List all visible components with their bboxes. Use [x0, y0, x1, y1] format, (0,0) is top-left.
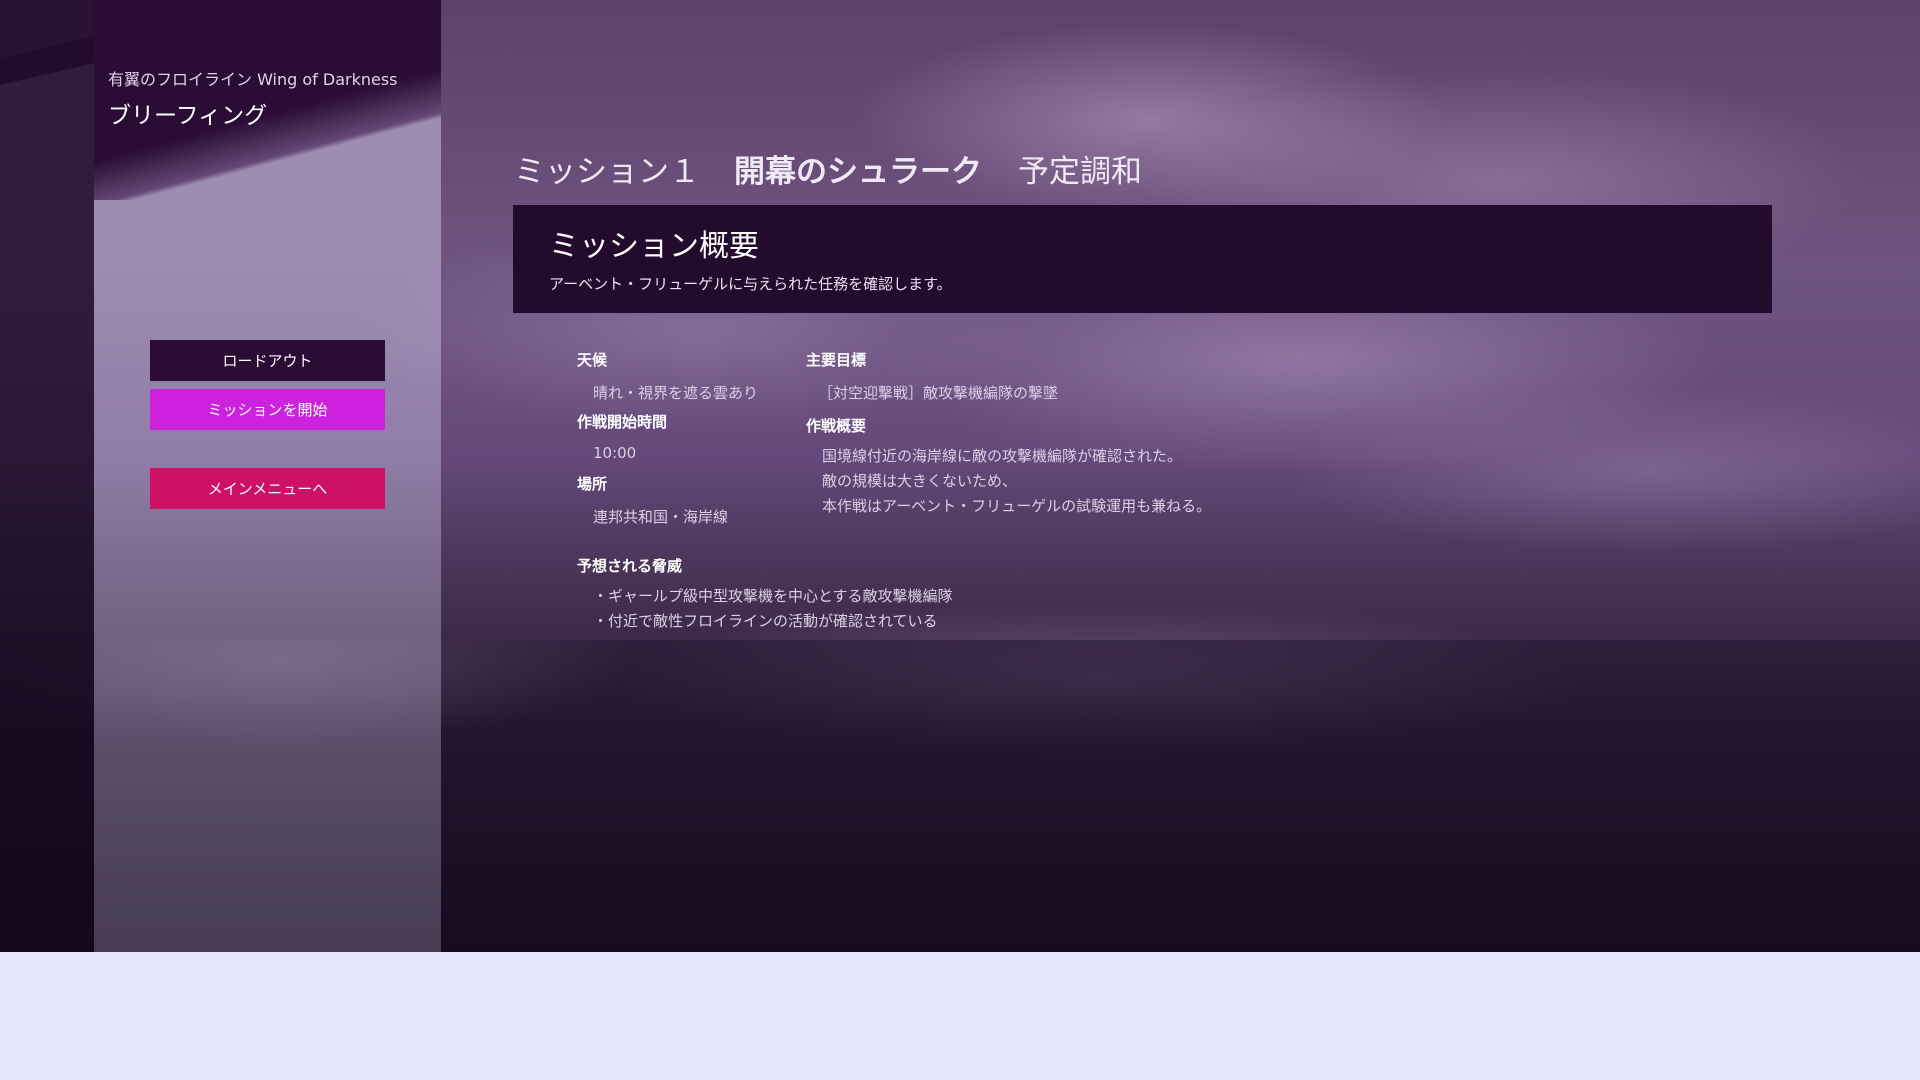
mission-subtitle: 予定調和 [1018, 154, 1142, 190]
threat-line: ・ギャールプ級中型攻撃機を中心とする敵攻撃機編隊 [593, 587, 953, 605]
threat-line: ・付近で敵性フロイラインの活動が確認されている [593, 612, 938, 630]
mission-heading: ミッション１ 開幕のシュラーク 予定調和 [514, 146, 1142, 191]
start-time-label: 作戦開始時間 [577, 413, 668, 431]
summary-description: アーベント・フリューゲルに与えられた任務を確認します。 [549, 275, 952, 293]
main-menu-button[interactable]: メインメニューへ [150, 468, 385, 509]
mission-name: 開幕のシュラーク [734, 154, 982, 190]
threats-label: 予想される脅威 [577, 557, 683, 575]
screen-title: ブリーフィング [108, 103, 268, 129]
mission-number: ミッション１ [514, 154, 700, 190]
game-subtitle: 有翼のフロイライン Wing of Darkness [108, 70, 398, 89]
left-edge-strip [0, 0, 94, 952]
start-time-value: 10:00 [593, 444, 637, 462]
start-mission-button[interactable]: ミッションを開始 [150, 389, 385, 430]
mission-summary-panel: ミッション概要 アーベント・フリューゲルに与えられた任務を確認します。 [513, 205, 1772, 313]
overview-line: 国境線付近の海岸線に敵の攻撃機編隊が確認された。 [822, 447, 1183, 465]
overview-text: 国境線付近の海岸線に敵の攻撃機編隊が確認された。 敵の規模は大きくないため、 本… [822, 444, 1211, 519]
threats-text: ・ギャールプ級中型攻撃機を中心とする敵攻撃機編隊 ・付近で敵性フロイラインの活動… [593, 584, 953, 634]
weather-label: 天候 [577, 351, 608, 369]
objective-label: 主要目標 [806, 351, 867, 369]
weather-value: 晴れ・視界を遮る雲あり [593, 384, 759, 402]
summary-title: ミッション概要 [549, 229, 759, 264]
overview-line: 本作戦はアーベント・フリューゲルの試験運用も兼ねる。 [822, 497, 1212, 515]
location-label: 場所 [577, 475, 608, 493]
location-value: 連邦共和国・海岸線 [593, 508, 729, 526]
overview-label: 作戦概要 [806, 417, 867, 435]
objective-value: ［対空迎撃戦］敵攻撃機編隊の撃墜 [818, 384, 1059, 402]
loadout-button[interactable]: ロードアウト [150, 340, 385, 381]
overview-line: 敵の規模は大きくないため、 [822, 472, 1018, 490]
